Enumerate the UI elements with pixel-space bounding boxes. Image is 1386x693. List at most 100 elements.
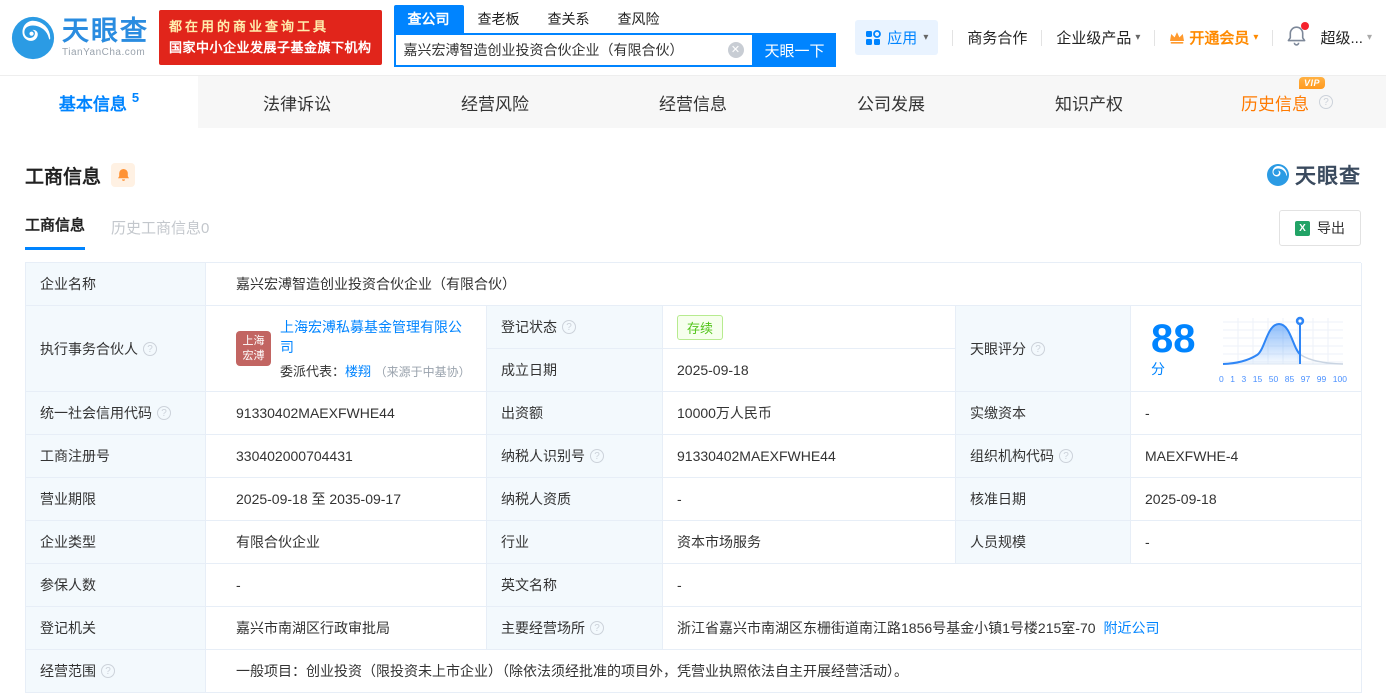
tab-development[interactable]: 公司发展 — [792, 76, 990, 128]
field-value-industry: 资本市场服务 — [663, 521, 956, 564]
subtab-row: 工商信息 历史工商信息0 X 导出 — [25, 210, 1361, 250]
chevron-down-icon: ▾ — [1253, 32, 1259, 43]
help-icon[interactable]: ? — [1319, 95, 1333, 109]
clear-search-icon[interactable]: ✕ — [727, 42, 744, 58]
field-value-taxpayer-quality: - — [663, 478, 956, 521]
field-value-org-code: MAEXFWHE-4 — [1131, 435, 1362, 478]
tab-intellectual-property[interactable]: 知识产权 — [990, 76, 1188, 128]
rep-label: 委派代表： — [280, 364, 346, 379]
help-icon[interactable]: ? — [1031, 341, 1045, 356]
promo-line1: 都在用的商业查询工具 — [169, 19, 330, 35]
help-icon[interactable]: ? — [590, 621, 604, 635]
partner-avatar[interactable]: 上海 宏溥 — [236, 331, 271, 366]
field-value-tianyan-score: 88分 0 1 3 15 50 85 97 99 100 — [1131, 306, 1362, 392]
field-label-approval-date: 核准日期 — [956, 478, 1131, 521]
field-label-paid-capital: 实缴资本 — [956, 392, 1131, 435]
tab-operating-label: 经营信息 — [659, 94, 727, 114]
field-label-company-name: 企业名称 — [26, 263, 206, 306]
help-icon[interactable]: ? — [562, 320, 576, 334]
rep-name-link[interactable]: 楼翔 — [345, 364, 371, 379]
field-label-capital: 出资额 — [487, 392, 663, 435]
help-icon[interactable]: ? — [1059, 449, 1073, 463]
tab-basic-label: 基本信息 — [58, 94, 127, 114]
tab-history-info[interactable]: 历史信息 VIP ? — [1188, 76, 1386, 128]
field-label-executive-partner: 执行事务合伙人? — [26, 306, 206, 392]
help-icon[interactable]: ? — [157, 406, 171, 420]
status-badge: 存续 — [677, 314, 724, 340]
search-submit-button[interactable]: 天眼一下 — [753, 33, 836, 67]
excel-icon: X — [1295, 220, 1310, 236]
field-value-establish-date: 2025-09-18 — [663, 349, 956, 392]
tab-risk-label: 经营风险 — [461, 94, 529, 114]
business-info-section: 工商信息 天眼查 工商信息 历史工商信息0 X 导出 企业名称 嘉兴宏溥智造创业… — [0, 160, 1386, 693]
score-curve — [1222, 316, 1344, 365]
promo-banner: 都在用的商业查询工具 国家中小企业发展子基金旗下机构 — [159, 10, 382, 65]
field-label-business-term: 营业期限 — [26, 478, 206, 521]
score-distribution-chart: 01 3 15 50 85 97 99 100 — [1219, 314, 1347, 384]
divider — [952, 29, 954, 46]
chevron-down-icon: ▾ — [1135, 32, 1141, 43]
field-value-registration-authority: 嘉兴市南湖区行政审批局 — [206, 607, 487, 650]
tianyancha-logo[interactable]: 天眼查 TianYanCha.com — [10, 15, 149, 61]
search-tab-risk[interactable]: 查风险 — [604, 5, 674, 33]
nav-membership[interactable]: 开通会员 ▾ — [1169, 27, 1258, 48]
top-nav: 应用 ▾ 商务合作 企业级产品 ▾ 开通会员 ▾ 超级... ▾ — [855, 20, 1372, 55]
crown-icon — [1170, 32, 1185, 44]
field-value-reg-number: 330402000704431 — [206, 435, 487, 478]
field-label-registration-authority: 登记机关 — [26, 607, 206, 650]
field-value-taxpayer-id: 91330402MAEXFWHE44 — [663, 435, 956, 478]
nav-enterprise-products[interactable]: 企业级产品 ▾ — [1056, 27, 1140, 48]
score-axis-ticks: 01 3 15 50 85 97 99 100 — [1219, 373, 1347, 384]
search-tabs: 查公司 查老板 查关系 查风险 — [393, 5, 836, 33]
help-icon[interactable]: ? — [101, 664, 115, 678]
field-label-english-name: 英文名称 — [487, 564, 663, 607]
help-icon[interactable]: ? — [143, 341, 157, 356]
watermark-logo: 天眼查 — [1266, 160, 1361, 190]
field-value-reg-status: 存续 — [663, 306, 956, 349]
search-tab-relation[interactable]: 查关系 — [534, 5, 604, 33]
divider — [1272, 29, 1274, 46]
field-label-reg-status: 登记状态? — [487, 306, 663, 349]
export-button[interactable]: X 导出 — [1279, 210, 1361, 246]
logo-domain: TianYanCha.com — [62, 46, 146, 58]
apps-menu-button[interactable]: 应用 ▾ — [855, 20, 939, 55]
enterprise-label: 企业级产品 — [1056, 30, 1132, 47]
nav-account[interactable]: 超级... ▾ — [1320, 27, 1372, 48]
nearby-companies-link[interactable]: 附近公司 — [1104, 618, 1160, 638]
tab-basic-info[interactable]: 基本信息 5 — [0, 76, 198, 128]
field-label-uscc: 统一社会信用代码? — [26, 392, 206, 435]
field-value-company-name: 嘉兴宏溥智造创业投资合伙企业（有限合伙） — [206, 263, 1362, 306]
tab-operation-risk[interactable]: 经营风险 — [396, 76, 594, 128]
tab-history-label: 历史信息 — [1241, 94, 1309, 114]
notifications-bell-icon[interactable] — [1287, 21, 1310, 51]
field-value-staff-size: - — [1131, 521, 1362, 564]
field-value-business-address: 浙江省嘉兴市南湖区东栅街道南江路1856号基金小镇1号楼215室-70 附近公司 — [663, 607, 1362, 650]
tab-legal-label: 法律诉讼 — [263, 94, 331, 114]
search-input[interactable] — [395, 42, 728, 58]
field-label-taxpayer-id: 纳税人识别号? — [487, 435, 663, 478]
tab-operating-info[interactable]: 经营信息 — [594, 76, 792, 128]
search-tab-company[interactable]: 查公司 — [393, 5, 464, 33]
search-box: ✕ — [393, 33, 754, 67]
notification-dot — [1301, 21, 1310, 30]
search-tab-boss[interactable]: 查老板 — [464, 5, 534, 33]
nav-cooperation[interactable]: 商务合作 — [967, 27, 1027, 48]
subtab-history-business-info[interactable]: 历史工商信息0 — [111, 217, 209, 250]
tab-legal[interactable]: 法律诉讼 — [198, 76, 396, 128]
chevron-down-icon: ▾ — [1366, 32, 1372, 43]
membership-label: 开通会员 — [1189, 30, 1250, 47]
help-icon[interactable]: ? — [590, 449, 604, 463]
monitor-bell-icon[interactable] — [111, 163, 136, 187]
field-label-insured-count: 参保人数 — [26, 564, 206, 607]
field-label-business-scope: 经营范围? — [26, 650, 206, 693]
apps-label: 应用 — [887, 30, 918, 47]
rep-source: （来源于中基协） — [374, 365, 471, 379]
subtab-business-info[interactable]: 工商信息 — [25, 214, 86, 250]
partner-company-link[interactable]: 上海宏溥私募基金管理有限公司 — [280, 317, 472, 357]
vip-badge: VIP — [1298, 76, 1325, 89]
field-label-tianyan-score: 天眼评分? — [956, 306, 1131, 392]
address-text: 浙江省嘉兴市南湖区东栅街道南江路1856号基金小镇1号楼215室-70 — [677, 620, 1096, 636]
chevron-down-icon: ▾ — [923, 32, 929, 43]
business-info-table: 企业名称 嘉兴宏溥智造创业投资合伙企业（有限合伙） 执行事务合伙人? 上海 宏溥 … — [25, 262, 1362, 693]
field-label-industry: 行业 — [487, 521, 663, 564]
